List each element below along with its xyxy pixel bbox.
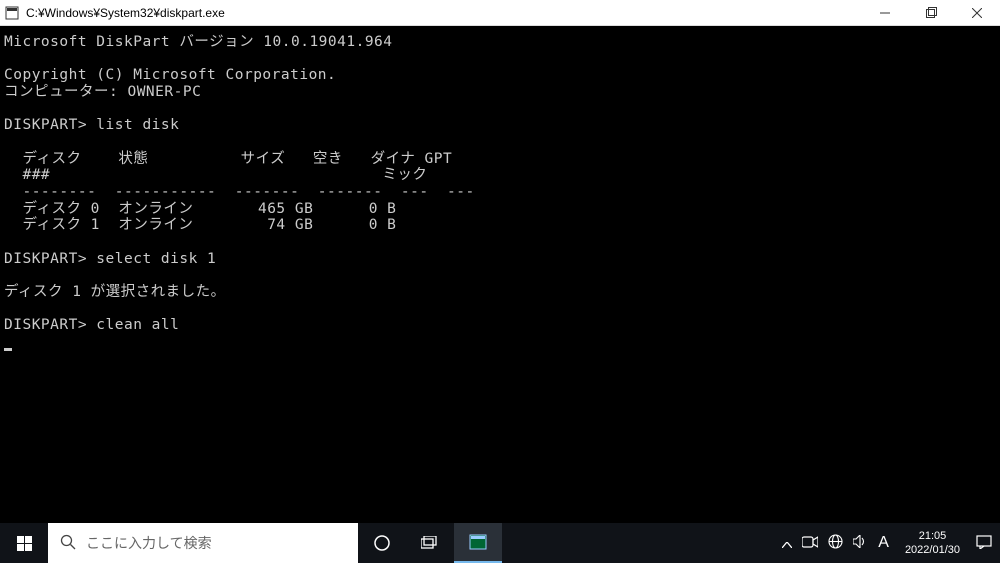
windows-logo-icon	[17, 536, 32, 551]
prompt-clean-all: DISKPART> clean all	[4, 317, 179, 333]
app-icon	[4, 5, 20, 21]
terminal-cursor	[4, 348, 12, 351]
table-divider: -------- ----------- ------- ------- ---…	[4, 184, 475, 200]
maximize-button[interactable]	[908, 0, 954, 25]
terminal-output[interactable]: Microsoft DiskPart バージョン 10.0.19041.964 …	[0, 26, 1000, 523]
taskbar-search[interactable]: ここに入力して検索	[48, 523, 358, 563]
computer-line: コンピューター: OWNER-PC	[4, 84, 201, 100]
action-center-icon[interactable]	[976, 535, 992, 552]
select-confirmation: ディスク 1 が選択されました。	[4, 284, 226, 300]
prompt-select-disk: DISKPART> select disk 1	[4, 251, 216, 267]
chevron-up-icon[interactable]	[782, 535, 792, 551]
system-tray: A 21:05 2022/01/30	[774, 523, 1000, 563]
taskbar-spacer	[502, 523, 774, 563]
clock-time: 21:05	[905, 529, 960, 543]
minimize-button[interactable]	[862, 0, 908, 25]
volume-icon[interactable]	[853, 535, 868, 551]
table-header-2: ### ミック	[4, 167, 427, 183]
taskbar: ここに入力して検索 A 21:05 2022/01/30	[0, 523, 1000, 563]
meet-now-icon[interactable]	[802, 535, 818, 551]
copyright-line: Copyright (C) Microsoft Corporation.	[4, 67, 336, 83]
search-icon	[60, 534, 76, 553]
task-view-button[interactable]	[406, 523, 454, 563]
taskbar-clock[interactable]: 21:05 2022/01/30	[899, 529, 966, 558]
disk-row-1: ディスク 1 オンライン 74 GB 0 B	[4, 217, 396, 233]
close-button[interactable]	[954, 0, 1000, 25]
ime-indicator[interactable]: A	[878, 534, 889, 552]
prompt-list-disk: DISKPART> list disk	[4, 117, 179, 133]
diskpart-version-line: Microsoft DiskPart バージョン 10.0.19041.964	[4, 34, 393, 50]
start-button[interactable]	[0, 523, 48, 563]
window-title: C:¥Windows¥System32¥diskpart.exe	[26, 6, 862, 20]
window-titlebar: C:¥Windows¥System32¥diskpart.exe	[0, 0, 1000, 26]
window-controls	[862, 0, 1000, 25]
disk-row-0: ディスク 0 オンライン 465 GB 0 B	[4, 201, 396, 217]
clock-date: 2022/01/30	[905, 543, 960, 557]
search-placeholder: ここに入力して検索	[86, 533, 212, 553]
cortana-button[interactable]	[358, 523, 406, 563]
table-header-1: ディスク 状態 サイズ 空き ダイナ GPT	[4, 151, 452, 167]
taskbar-app-diskpart[interactable]	[454, 523, 502, 563]
network-icon[interactable]	[828, 534, 843, 552]
